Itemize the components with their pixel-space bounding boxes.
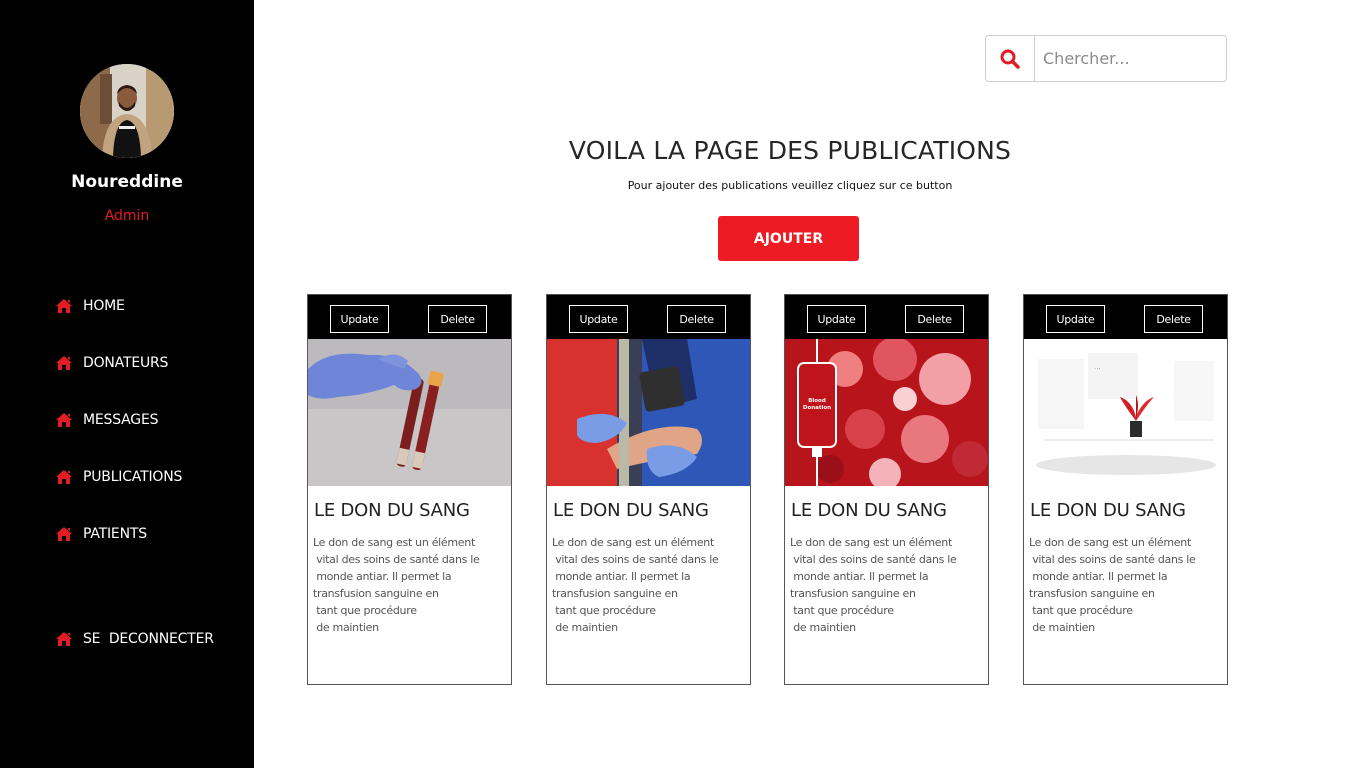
- sidebar: Noureddine Admin HOME DONATEURS MESSAGES…: [0, 0, 254, 768]
- publication-card: Update Delete LE DON DU SANG Le don de s…: [546, 294, 751, 685]
- delete-button[interactable]: Delete: [428, 305, 487, 333]
- publication-card: Update Delete Blood Donation LE DON DU S…: [784, 294, 989, 685]
- card-image: [547, 339, 750, 486]
- home-icon: [56, 413, 72, 427]
- add-publication-button[interactable]: AJOUTER: [718, 216, 859, 261]
- page-subtitle: Pour ajouter des publications veuillez c…: [627, 179, 953, 192]
- sidebar-item-donateurs[interactable]: DONATEURS: [55, 353, 168, 373]
- sidebar-item-patients[interactable]: PATIENTS: [55, 524, 147, 544]
- card-toolbar: Update Delete: [308, 295, 511, 339]
- sidebar-item-label: PATIENTS: [83, 526, 147, 542]
- card-text: Le don de sang est un élément vital des …: [313, 536, 480, 634]
- app: Noureddine Admin HOME DONATEURS MESSAGES…: [0, 0, 1366, 768]
- avatar: [80, 64, 174, 158]
- card-image: [308, 339, 511, 486]
- home-icon: [56, 356, 72, 370]
- search-box: [985, 35, 1227, 82]
- publication-card: Update Delete LE DON DU SANG Le don de s…: [307, 294, 512, 685]
- card-text: Le don de sang est un élément vital des …: [552, 536, 719, 634]
- publication-card: Update Delete ... LE DON DU SANG Le don …: [1023, 294, 1228, 685]
- update-button[interactable]: Update: [569, 305, 628, 333]
- card-toolbar: Update Delete: [547, 295, 750, 339]
- card-title: LE DON DU SANG: [314, 500, 470, 521]
- card-toolbar: Update Delete: [1024, 295, 1227, 339]
- update-button[interactable]: Update: [330, 305, 389, 333]
- sidebar-item-label: PUBLICATIONS: [83, 469, 183, 485]
- sidebar-item-label: MESSAGES: [83, 412, 159, 428]
- card-title: LE DON DU SANG: [553, 500, 709, 521]
- delete-button[interactable]: Delete: [1144, 305, 1203, 333]
- delete-button[interactable]: Delete: [667, 305, 726, 333]
- blood-bag-label: Blood: [808, 398, 826, 404]
- sidebar-item-logout[interactable]: SE DECONNECTER: [55, 629, 214, 649]
- card-text: Le don de sang est un élément vital des …: [1029, 536, 1196, 634]
- update-button[interactable]: Update: [807, 305, 866, 333]
- update-button[interactable]: Update: [1046, 305, 1105, 333]
- blood-bag-label: Donation: [803, 405, 831, 411]
- card-text: Le don de sang est un élément vital des …: [790, 536, 957, 634]
- sidebar-item-label: HOME: [83, 298, 125, 314]
- svg-text:...: ...: [1094, 363, 1101, 371]
- home-icon: [56, 299, 72, 313]
- card-title: LE DON DU SANG: [1030, 500, 1186, 521]
- home-icon: [56, 470, 72, 484]
- card-image: Blood Donation: [785, 339, 988, 486]
- card-title: LE DON DU SANG: [791, 500, 947, 521]
- home-icon: [56, 527, 72, 541]
- page-title: VOILA LA PAGE DES PUBLICATIONS: [568, 136, 1012, 165]
- card-image: ...: [1024, 339, 1227, 486]
- sidebar-item-label: SE DECONNECTER: [83, 631, 214, 647]
- user-role: Admin: [104, 208, 150, 224]
- search-icon: [1000, 49, 1020, 69]
- user-name: Noureddine: [71, 172, 183, 192]
- sidebar-item-messages[interactable]: MESSAGES: [55, 410, 158, 430]
- sidebar-item-publications[interactable]: PUBLICATIONS: [55, 467, 182, 487]
- search-button[interactable]: [986, 36, 1035, 81]
- delete-button[interactable]: Delete: [905, 305, 964, 333]
- search-input[interactable]: [1035, 36, 1225, 81]
- card-toolbar: Update Delete: [785, 295, 988, 339]
- sidebar-item-home[interactable]: HOME: [55, 296, 125, 316]
- sidebar-item-label: DONATEURS: [83, 355, 169, 371]
- home-icon: [56, 632, 72, 646]
